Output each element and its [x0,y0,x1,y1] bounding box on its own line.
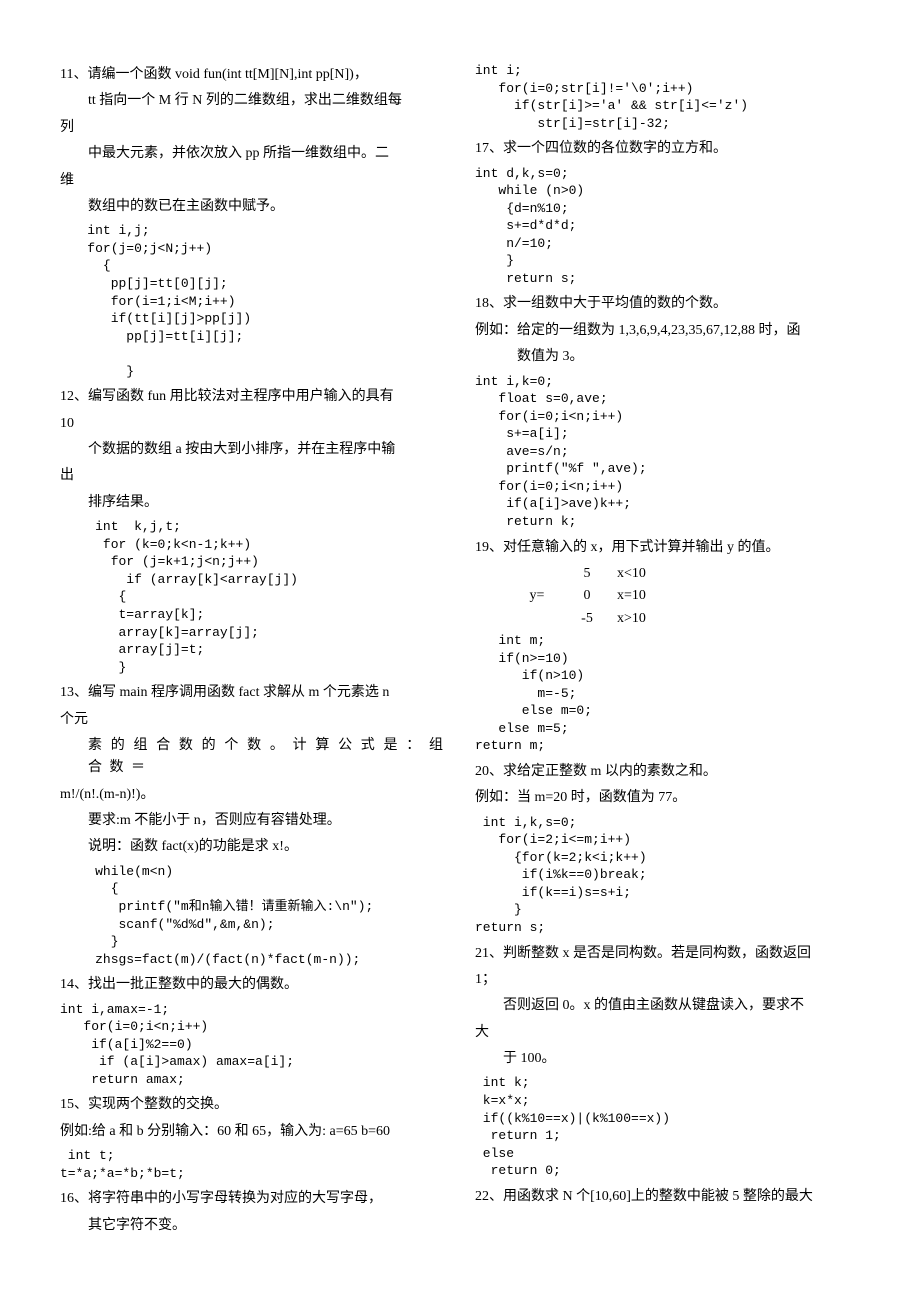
q11-line3: 列 [60,117,445,139]
q12-code: int k,j,t; for (k=0;k<n-1;k++) for (j=k+… [60,518,445,676]
q11-line6: 数组中的数已在主函数中赋予。 [60,196,445,218]
q11-line1: 11、请编一个函数 void fun(int tt[M][N],int pp[N… [60,64,445,86]
q12-line5: 排序结果。 [60,492,445,514]
q16-line1: 16、将字符串中的小写字母转换为对应的大写字母， [60,1188,445,1210]
q18-line3: 数值为 3。 [475,346,860,368]
left-column: 11、请编一个函数 void fun(int tt[M][N],int pp[N… [60,60,445,1241]
q13-code: while(m<n) { printf("m和n输入错！请重新输入:\n"); … [60,863,445,968]
q17-line1: 17、求一个四位数的各位数字的立方和。 [475,138,860,160]
formula-val-1: 5 [557,563,617,585]
q19-code: int m; if(n>=10) if(n>10) m=-5; else m=0… [475,632,860,755]
q12-line1: 12、编写函数 fun 用比较法对主程序中用户输入的具有 [60,386,445,408]
q13-line2: 个元 [60,709,445,731]
formula-cond-1: x<10 [617,563,697,585]
q21-line1: 21、判断整数 x 是否是同构数。若是同构数，函数返回 [475,943,860,965]
q13-line4: m!/(n!.(m-n)!)。 [60,784,445,806]
q13-line6: 说明：函数 fact(x)的功能是求 x!。 [60,836,445,858]
q11-line5: 维 [60,170,445,192]
q19-formula: 5 x<10 y= 0 x=10 -5 x>10 [475,563,860,630]
q22-line1: 22、用函数求 N 个[10,60]上的整数中能被 5 整除的最大 [475,1186,860,1208]
q13-line3: 素 的 组 合 数 的 个 数 。 计 算 公 式 是 ： 组 合 数 ＝ [60,735,445,780]
q17-code: int d,k,s=0; while (n>0) {d=n%10; s+=d*d… [475,165,860,288]
formula-val-2: 0 [557,585,617,607]
q20-line2: 例如：当 m=20 时，函数值为 77。 [475,787,860,809]
right-column: int i; for(i=0;str[i]!='\0';i++) if(str[… [475,60,860,1241]
q16-line2: 其它字符不变。 [60,1215,445,1237]
q15-line1: 15、实现两个整数的交换。 [60,1094,445,1116]
q21-line2: 1； [475,969,860,991]
q20-line1: 20、求给定正整数 m 以内的素数之和。 [475,761,860,783]
q18-line2: 例如：给定的一组数为 1,3,6,9,4,23,35,67,12,88 时，函 [475,320,860,342]
q21-line4: 大 [475,1022,860,1044]
q13-line1: 13、编写 main 程序调用函数 fact 求解从 m 个元素选 n [60,682,445,704]
q12-line4: 出 [60,465,445,487]
q12-line3: 个数据的数组 a 按由大到小排序，并在主程序中输 [60,439,445,461]
q21-line3: 否则返回 0。x 的值由主函数从键盘读入，要求不 [475,995,860,1017]
q15-code: int t; t=*a;*a=*b;*b=t; [60,1147,445,1182]
q11-code: int i,j; for(j=0;j<N;j++) { pp[j]=tt[0][… [60,222,445,380]
q11-line2: tt 指向一个 M 行 N 列的二维数组，求出二维数组每 [60,90,445,112]
q20-code: int i,k,s=0; for(i=2;i<=m;i++) {for(k=2;… [475,814,860,937]
two-column-layout: 11、请编一个函数 void fun(int tt[M][N],int pp[N… [60,60,860,1241]
q18-code: int i,k=0; float s=0,ave; for(i=0;i<n;i+… [475,373,860,531]
q14-line1: 14、找出一批正整数中的最大的偶数。 [60,974,445,996]
q15-line2: 例如:给 a 和 b 分别输入：60 和 65，输入为: a=65 b=60 [60,1121,445,1143]
formula-cond-3: x>10 [617,608,697,630]
formula-cond-2: x=10 [617,585,697,607]
q21-code: int k; k=x*x; if((k%10==x)|(k%100==x)) r… [475,1074,860,1179]
q21-line5: 于 100。 [475,1048,860,1070]
q18-line1: 18、求一组数中大于平均值的数的个数。 [475,293,860,315]
q14-code: int i,amax=-1; for(i=0;i<n;i++) if(a[i]%… [60,1001,445,1089]
q16-code: int i; for(i=0;str[i]!='\0';i++) if(str[… [475,62,860,132]
q12-line2: 10 [60,413,445,435]
q13-line5: 要求:m 不能小于 n，否则应有容错处理。 [60,810,445,832]
q19-line1: 19、对任意输入的 x，用下式计算并输出 y 的值。 [475,537,860,559]
q11-line4: 中最大元素，并依次放入 pp 所指一维数组中。二 [60,143,445,165]
formula-y-label: y= [517,585,557,607]
formula-val-3: -5 [557,608,617,630]
